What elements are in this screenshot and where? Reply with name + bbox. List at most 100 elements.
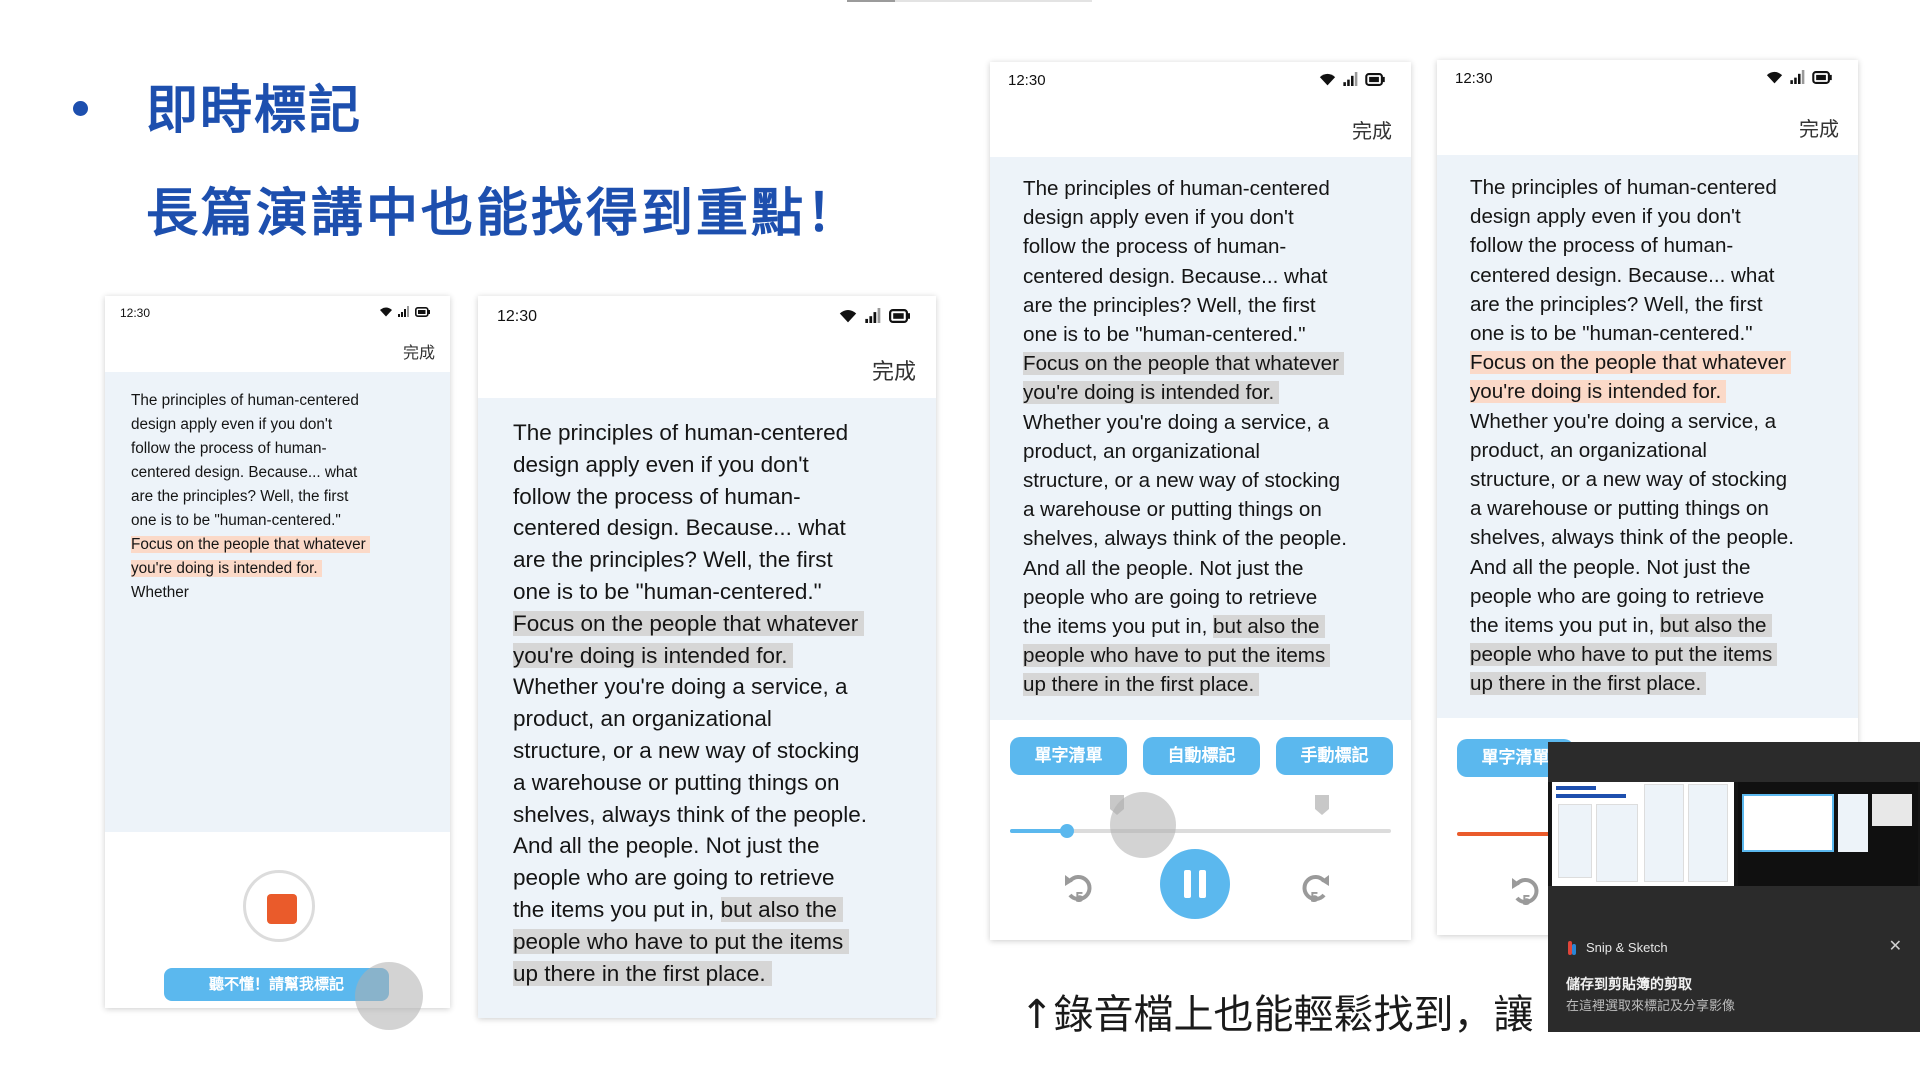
word-list-button[interactable]: 單字清單 [1010, 737, 1127, 775]
marked-sentence[interactable]: people who have to put the items [1023, 644, 1331, 668]
marked-sentence[interactable]: you're doing is intended for. [1023, 381, 1280, 405]
transcript-line: structure, or a new way of stocking [1023, 469, 1341, 493]
transcript-line: one is to be "human-centered." [1023, 323, 1306, 347]
transcript-line: centered design. Because... what [1470, 263, 1775, 287]
progress-thumb[interactable] [1060, 824, 1075, 838]
transcript-line: product, an organizational [513, 706, 772, 732]
transcript-line: people who are going to retrieve [513, 865, 835, 891]
battery-icon [889, 308, 910, 323]
done-button[interactable]: 完成 [1799, 113, 1839, 142]
wifi-icon [380, 307, 392, 317]
progress-slider[interactable] [1010, 824, 1391, 838]
forward-5-icon: 5 [1302, 875, 1329, 906]
marked-sentence[interactable]: you're doing is intended for. [131, 560, 322, 577]
touch-indicator [355, 962, 423, 1030]
marked-sentence[interactable]: up there in the first place. [1023, 673, 1260, 697]
transcript-line: are the principles? Well, the first [1470, 292, 1763, 316]
transcript-line: Whether you're doing a service, a [1470, 409, 1777, 433]
transcript-panel: The principles of human-centered design … [478, 398, 936, 1018]
rewind-5-button[interactable]: 5 [1062, 867, 1098, 907]
phone-transcript: 12:30 完成 The principles of human-centere… [478, 296, 936, 1018]
transcript-line: product, an organizational [1470, 438, 1707, 462]
transcript-panel: The principles of human-centered design … [105, 372, 450, 832]
done-button[interactable]: 完成 [872, 354, 916, 386]
svg-text:5: 5 [1075, 891, 1084, 906]
marked-sentence[interactable]: Focus on the people that whatever [513, 610, 865, 636]
marked-sentence[interactable]: you're doing is intended for. [513, 642, 794, 668]
marked-sentence[interactable]: people who have to put the items [1470, 643, 1778, 667]
transcript-line: shelves, always think of the people. [513, 801, 867, 827]
replay-5-icon: 5 [1512, 878, 1539, 909]
bullet-dot [73, 101, 88, 116]
transcript-panel: The principles of human-centered design … [990, 157, 1411, 720]
transcript-line: design apply even if you don't [1470, 205, 1741, 229]
status-icons [379, 306, 430, 317]
transcript-text: The principles of human-centered design … [1470, 173, 1794, 699]
transcript-line: And all the people. Not just the [1470, 555, 1751, 579]
done-button[interactable]: 完成 [403, 339, 435, 363]
transcript-line: The principles of human-centered [513, 420, 849, 445]
bookmark-marker[interactable] [1315, 795, 1329, 815]
transcript-line: The principles of human-centered [1470, 176, 1777, 199]
transcript-line: the items you put in, [1023, 615, 1214, 639]
transcript-panel: The principles of human-centered design … [1437, 155, 1858, 718]
transcript-line: shelves, always think of the people. [1023, 527, 1347, 551]
marked-sentence[interactable]: but also the [1213, 615, 1325, 639]
transcript-line: the items you put in, [513, 896, 721, 922]
transcript-line: one is to be "human-centered." [1470, 322, 1753, 346]
battery-icon [1812, 70, 1832, 84]
transcript-line: the items you put in, [1470, 614, 1661, 638]
marked-sentence[interactable]: but also the [720, 896, 843, 922]
auto-mark-button[interactable]: 自動標記 [1143, 737, 1260, 775]
close-icon[interactable]: ✕ [1889, 936, 1902, 955]
signal-icon [1790, 70, 1805, 84]
marked-sentence[interactable]: up there in the first place. [513, 960, 772, 986]
pause-button[interactable] [1160, 849, 1230, 919]
caption-text: ↑錄音檔上也能輕鬆找到，讓 [1020, 992, 1534, 1038]
status-icons [838, 308, 910, 323]
signal-icon [865, 308, 881, 323]
slide-subtitle: 長篇演講中也能找得到重點！ [146, 184, 862, 244]
progress-fill [1010, 829, 1068, 833]
status-icons [1765, 70, 1832, 84]
snip-notification[interactable]: Snip & Sketch ✕ 儲存到剪貼簿的剪取 在這裡選取來標記及分享影像 [1548, 742, 1920, 1032]
rewind-5-button[interactable]: 5 [1509, 870, 1545, 910]
svg-text:5: 5 [1522, 894, 1531, 909]
stop-icon [267, 894, 297, 924]
transcript-line: Whether you're doing a service, a [1023, 410, 1330, 434]
marked-sentence[interactable]: up there in the first place. [1470, 672, 1707, 696]
record-stop-button[interactable] [243, 870, 315, 942]
transcript-line: one is to be "human-centered." [513, 578, 822, 604]
transcript-line: are the principles? Well, the first [513, 547, 833, 573]
transcript-line: follow the process of human- [131, 440, 327, 457]
transcript-text: The principles of human-centered design … [1023, 174, 1347, 700]
status-time: 12:30 [120, 306, 151, 320]
snip-preview-image[interactable] [1548, 782, 1920, 886]
transcript-line: structure, or a new way of stocking [513, 737, 860, 763]
battery-icon [415, 306, 430, 317]
status-time: 12:30 [1455, 70, 1493, 87]
done-button[interactable]: 完成 [1352, 115, 1392, 144]
transcript-line: follow the process of human- [513, 483, 801, 509]
top-divider [847, 0, 1092, 2]
transcript-line: shelves, always think of the people. [1470, 526, 1794, 550]
marked-sentence[interactable]: people who have to put the items [513, 928, 850, 954]
status-time: 12:30 [497, 308, 538, 325]
transcript-line: The principles of human-centered [131, 392, 359, 409]
transcript-line: Whether you're doing a service, a [513, 674, 848, 700]
manual-mark-button[interactable]: 手動標記 [1276, 737, 1393, 775]
transcript-line: a warehouse or putting things on [513, 769, 840, 795]
transcript-line: And all the people. Not just the [513, 833, 820, 859]
signal-icon [1343, 72, 1358, 86]
transcript-line: a warehouse or putting things on [1023, 498, 1322, 522]
forward-5-button[interactable]: 5 [1296, 867, 1332, 907]
marked-sentence[interactable]: you're doing is intended for. [1470, 380, 1727, 404]
transcript-line: a warehouse or putting things on [1470, 497, 1769, 521]
marked-sentence[interactable]: Focus on the people that whatever [131, 536, 370, 553]
marked-sentence[interactable]: but also the [1660, 614, 1772, 638]
transcript-line: design apply even if you don't [1023, 206, 1294, 230]
snip-app-icon [1566, 941, 1578, 955]
wifi-icon [839, 310, 857, 323]
marked-sentence[interactable]: Focus on the people that whatever [1023, 352, 1344, 376]
marked-sentence[interactable]: Focus on the people that whatever [1470, 351, 1791, 375]
